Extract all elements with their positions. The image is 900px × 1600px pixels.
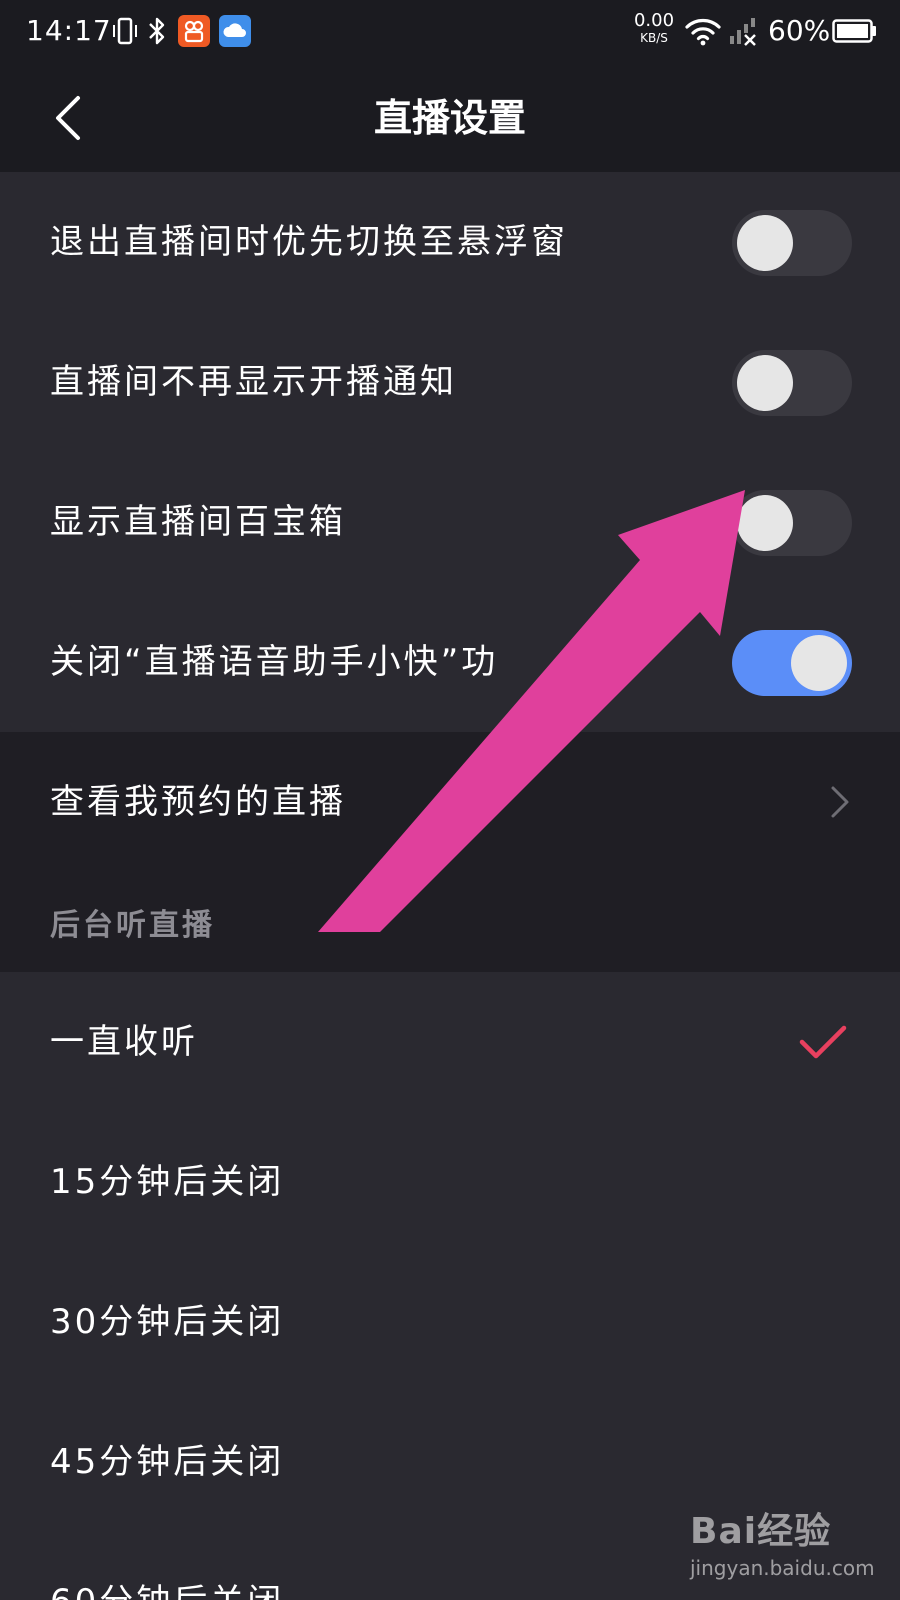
toggle-switch[interactable]	[732, 630, 852, 696]
reservations-section: 查看我预约的直播 后台听直播	[0, 732, 900, 972]
network-speed-unit: KB/S	[640, 31, 668, 45]
my-reservations-label: 查看我预约的直播	[50, 782, 346, 822]
chevron-right-icon	[831, 786, 849, 818]
status-time: 14:17	[26, 14, 112, 47]
app-notification-icon	[178, 15, 210, 47]
option-label: 30分钟后关闭	[50, 1302, 285, 1342]
option-15-min[interactable]: 15分钟后关闭	[0, 1112, 900, 1252]
vibrate-icon	[113, 17, 137, 45]
setting-row-voice-assistant[interactable]: 关闭“直播语音助手小快”功	[0, 592, 900, 732]
no-signal-icon	[730, 18, 756, 46]
cloud-icon	[219, 15, 251, 47]
toggle-switch[interactable]	[732, 490, 852, 556]
toggle-switch[interactable]	[732, 210, 852, 276]
bluetooth-icon	[149, 17, 165, 45]
nav-header: 直播设置	[0, 64, 900, 172]
wifi-icon	[685, 19, 721, 46]
live-settings-screen: 14:17 0.00 KB/S 60% 直播设置 退出直播间时优先切换至悬浮窗 …	[0, 0, 900, 1600]
setting-label: 关闭“直播语音助手小快”功	[50, 642, 499, 682]
option-45-min[interactable]: 45分钟后关闭	[0, 1392, 900, 1532]
background-listen-title: 后台听直播	[50, 908, 215, 943]
toggle-switch[interactable]	[732, 350, 852, 416]
option-label: 60分钟后关闭	[50, 1532, 284, 1600]
my-reservations-row[interactable]: 查看我预约的直播	[0, 732, 900, 872]
setting-row-floating-window[interactable]: 退出直播间时优先切换至悬浮窗	[0, 172, 900, 312]
setting-label: 直播间不再显示开播通知	[50, 362, 457, 402]
setting-row-treasure-box[interactable]: 显示直播间百宝箱	[0, 452, 900, 592]
network-speed: 0.00 KB/S	[632, 10, 676, 45]
option-label: 一直收听	[50, 1022, 198, 1062]
setting-label: 显示直播间百宝箱	[50, 502, 346, 542]
battery-percent: 60%	[768, 14, 831, 47]
option-label: 15分钟后关闭	[50, 1162, 285, 1202]
toggle-knob	[737, 215, 793, 271]
option-60-min[interactable]: 60分钟后关闭	[0, 1532, 900, 1600]
toggle-knob	[791, 635, 847, 691]
toggle-knob	[737, 495, 793, 551]
network-speed-value: 0.00	[633, 10, 675, 31]
background-listen-options: 一直收听 15分钟后关闭 30分钟后关闭 45分钟后关闭 60分钟后关闭	[0, 972, 900, 1600]
status-bar: 14:17 0.00 KB/S 60%	[0, 0, 900, 64]
back-arrow-icon[interactable]	[48, 92, 92, 144]
setting-label: 退出直播间时优先切换至悬浮窗	[50, 222, 568, 262]
page-title: 直播设置	[373, 96, 526, 140]
option-label: 45分钟后关闭	[50, 1442, 285, 1482]
checkmark-icon	[799, 1025, 847, 1059]
option-always-listen[interactable]: 一直收听	[0, 972, 900, 1112]
toggle-settings-section: 退出直播间时优先切换至悬浮窗 直播间不再显示开播通知 显示直播间百宝箱 关闭“直…	[0, 172, 900, 732]
option-30-min[interactable]: 30分钟后关闭	[0, 1252, 900, 1392]
setting-row-hide-live-notice[interactable]: 直播间不再显示开播通知	[0, 312, 900, 452]
toggle-knob	[737, 355, 793, 411]
battery-icon	[832, 19, 876, 43]
